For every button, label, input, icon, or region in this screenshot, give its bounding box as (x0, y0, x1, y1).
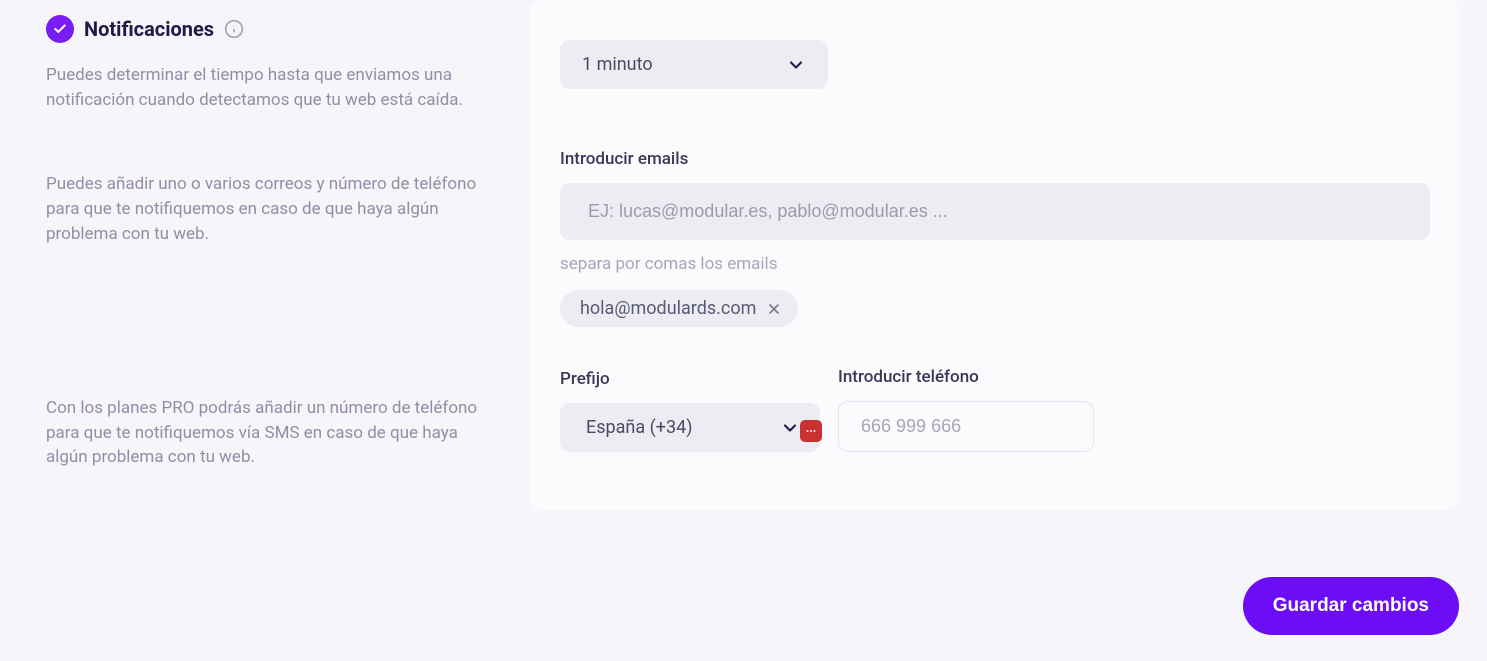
time-select[interactable]: 1 minuto (560, 40, 828, 89)
desc-emails: Puedes añadir uno o varios correos y núm… (46, 172, 500, 246)
chevron-down-icon (786, 55, 806, 75)
emails-hint: separa por comas los emails (560, 254, 1430, 274)
save-button[interactable]: Guardar cambios (1243, 577, 1459, 635)
close-icon[interactable] (766, 301, 782, 317)
phone-label: Introducir teléfono (838, 367, 1094, 387)
email-chip-text: hola@modulards.com (580, 298, 756, 319)
desc-phone: Con los planes PRO podrás añadir un núme… (46, 396, 500, 470)
prefix-label: Prefijo (560, 369, 820, 389)
left-descriptions: Notificaciones Puedes determinar el tiem… (0, 0, 530, 510)
prefix-value: España (+34) (586, 417, 693, 438)
email-chip: hola@modulards.com (560, 290, 798, 327)
form-panel: 1 minuto Introducir emails separa por co… (530, 0, 1460, 510)
extension-icon[interactable] (800, 420, 822, 442)
time-select-value: 1 minuto (582, 54, 653, 75)
phone-input[interactable] (838, 401, 1094, 452)
section-header: Notificaciones (46, 15, 500, 43)
section-title: Notificaciones (84, 17, 214, 41)
prefix-select[interactable]: España (+34) (560, 403, 820, 452)
check-icon (46, 15, 74, 43)
emails-label: Introducir emails (560, 149, 1430, 169)
info-icon[interactable] (224, 19, 244, 39)
emails-input[interactable] (560, 183, 1430, 240)
desc-time: Puedes determinar el tiempo hasta que en… (46, 63, 500, 112)
chevron-down-icon (780, 418, 800, 438)
